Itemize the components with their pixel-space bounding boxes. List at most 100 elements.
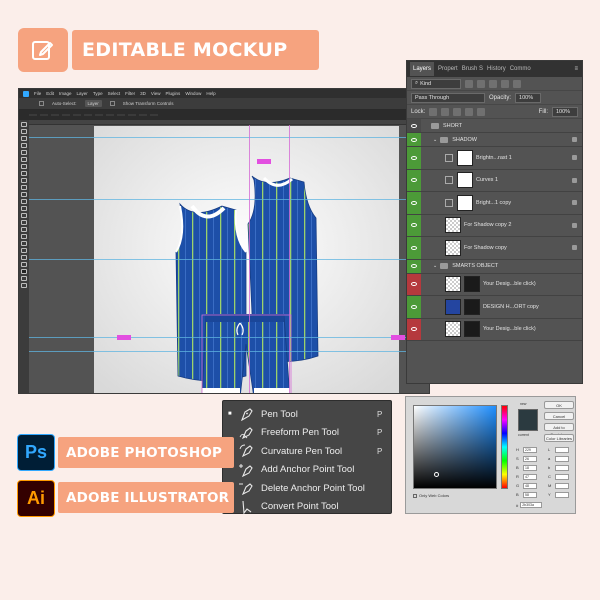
yellow-input[interactable] — [555, 491, 569, 498]
menu-select[interactable]: Select — [108, 91, 121, 96]
chevron-down-icon[interactable]: ⌄ — [433, 137, 437, 143]
guide-line[interactable] — [29, 351, 429, 352]
layer-row[interactable]: SHORT — [407, 119, 582, 133]
color-field[interactable] — [413, 405, 497, 489]
lasso-tool-icon[interactable] — [21, 136, 27, 141]
dodge-tool-icon[interactable] — [21, 213, 27, 218]
move-tool-icon[interactable] — [21, 122, 27, 127]
layer-thumbnail[interactable] — [445, 217, 461, 234]
menu-help[interactable]: Help — [206, 91, 215, 96]
layer-row[interactable]: Bright...1 copy — [407, 192, 582, 215]
screen-mode-icon[interactable] — [21, 283, 27, 288]
tab-layers[interactable]: Layers — [410, 62, 435, 76]
brush-tool-icon[interactable] — [21, 171, 27, 176]
smart-filter-icon[interactable] — [513, 79, 521, 88]
smart-object-thumbnail[interactable] — [445, 276, 461, 293]
crop-tool-icon[interactable] — [21, 150, 27, 155]
pen-tool-icon[interactable] — [21, 220, 27, 225]
menu-type[interactable]: Type — [93, 91, 103, 96]
visibility-toggle[interactable] — [407, 133, 421, 146]
guide-line[interactable] — [289, 125, 290, 393]
visibility-toggle[interactable] — [407, 214, 421, 236]
lock-transparency-icon[interactable] — [429, 107, 438, 116]
layer-row[interactable]: For Shadow copy — [407, 237, 582, 260]
layer-row[interactable]: ⌄ SHADOW — [407, 133, 582, 147]
path-select-icon[interactable] — [21, 234, 27, 239]
blue-input[interactable]: 58 — [523, 491, 537, 498]
visibility-toggle[interactable] — [407, 192, 421, 214]
layer-row[interactable]: Brightn...rast 1 — [407, 147, 582, 170]
document-tab[interactable] — [139, 114, 147, 116]
visibility-toggle[interactable] — [407, 119, 421, 132]
magenta-input[interactable] — [555, 482, 569, 489]
visibility-toggle[interactable] — [407, 273, 421, 295]
shape-tool-icon[interactable] — [21, 241, 27, 246]
quick-mask-icon[interactable] — [21, 276, 27, 281]
visibility-toggle[interactable] — [407, 169, 421, 191]
color-marker[interactable] — [434, 472, 439, 477]
menu-3d[interactable]: 3D — [140, 91, 146, 96]
layer-row[interactable]: Your Desig...ble click) — [407, 318, 582, 341]
menu-window[interactable]: Window — [185, 91, 201, 96]
select-tool-icon[interactable] — [21, 143, 27, 148]
smart-object-thumbnail[interactable] — [445, 321, 461, 338]
menu-item-add-anchor-point-tool[interactable]: Add Anchor Point Tool — [223, 461, 391, 480]
lock-image-icon[interactable] — [441, 107, 450, 116]
guide-line[interactable] — [249, 125, 250, 393]
document-tab[interactable] — [62, 114, 70, 116]
document-tab[interactable] — [95, 114, 103, 116]
marquee-tool-icon[interactable] — [21, 129, 27, 134]
layer-row[interactable]: ⌄ SMARTS OBJECT — [407, 259, 582, 274]
menu-image[interactable]: Image — [59, 91, 72, 96]
green-input[interactable]: 48 — [523, 482, 537, 489]
menu-file[interactable]: File — [34, 91, 41, 96]
auto-select-checkbox[interactable] — [39, 101, 44, 106]
visibility-toggle[interactable] — [407, 237, 421, 259]
eraser-tool-icon[interactable] — [21, 192, 27, 197]
document-tab[interactable] — [128, 114, 136, 116]
document-tab[interactable] — [40, 114, 48, 116]
guide-line[interactable] — [29, 259, 429, 260]
guide-line[interactable] — [29, 199, 429, 200]
chevron-down-icon[interactable]: ⌄ — [433, 263, 437, 269]
lock-all-icon[interactable] — [477, 107, 486, 116]
fill-input[interactable]: 100% — [552, 106, 578, 117]
blend-mode-select[interactable]: Pass Through — [411, 92, 485, 103]
document-tab[interactable] — [29, 114, 37, 116]
color-libraries-button[interactable]: Color Libraries — [544, 434, 574, 442]
layer-row[interactable]: Curves 1 — [407, 169, 582, 192]
shape-filter-icon[interactable] — [501, 79, 509, 88]
ok-button[interactable]: OK — [544, 401, 574, 409]
menu-item-delete-anchor-point-tool[interactable]: Delete Anchor Point Tool — [223, 479, 391, 498]
gradient-tool-icon[interactable] — [21, 199, 27, 204]
document-tab[interactable] — [51, 114, 59, 116]
web-colors-checkbox[interactable] — [413, 493, 417, 498]
layer-row[interactable]: Your Desig...ble click) — [407, 273, 582, 296]
layer-mask-thumbnail[interactable] — [464, 276, 480, 293]
guide-line[interactable] — [29, 337, 429, 338]
visibility-toggle[interactable] — [407, 296, 421, 318]
eyedropper-tool-icon[interactable] — [21, 157, 27, 162]
layer-mask-thumbnail[interactable] — [464, 321, 480, 338]
adjustment-filter-icon[interactable] — [477, 79, 485, 88]
auto-select-target[interactable]: Layer — [84, 100, 102, 107]
hue-slider[interactable] — [501, 405, 508, 489]
menu-view[interactable]: View — [151, 91, 161, 96]
hand-tool-icon[interactable] — [21, 248, 27, 253]
layer-thumbnail[interactable] — [445, 239, 461, 256]
layer-row[interactable]: For Shadow copy 2 — [407, 214, 582, 237]
lock-position-icon[interactable] — [453, 107, 462, 116]
menu-item-curvature-pen-tool[interactable]: Curvature Pen Tool P — [223, 442, 391, 461]
document-tab[interactable] — [150, 114, 158, 116]
canvas[interactable] — [94, 126, 399, 393]
tab-brush-settings[interactable]: Brush S — [462, 66, 483, 72]
layer-mask-thumbnail[interactable] — [457, 172, 473, 189]
cancel-button[interactable]: Cancel — [544, 412, 574, 420]
menu-item-freeform-pen-tool[interactable]: Freeform Pen Tool P — [223, 424, 391, 443]
document-tab[interactable] — [84, 114, 92, 116]
tab-properties[interactable]: Propert — [438, 66, 458, 72]
type-tool-icon[interactable] — [21, 227, 27, 232]
tab-comments[interactable]: Commo — [510, 66, 531, 72]
saturation-input[interactable]: 26 — [523, 455, 537, 462]
panel-menu-icon[interactable]: ≡ — [574, 66, 578, 72]
